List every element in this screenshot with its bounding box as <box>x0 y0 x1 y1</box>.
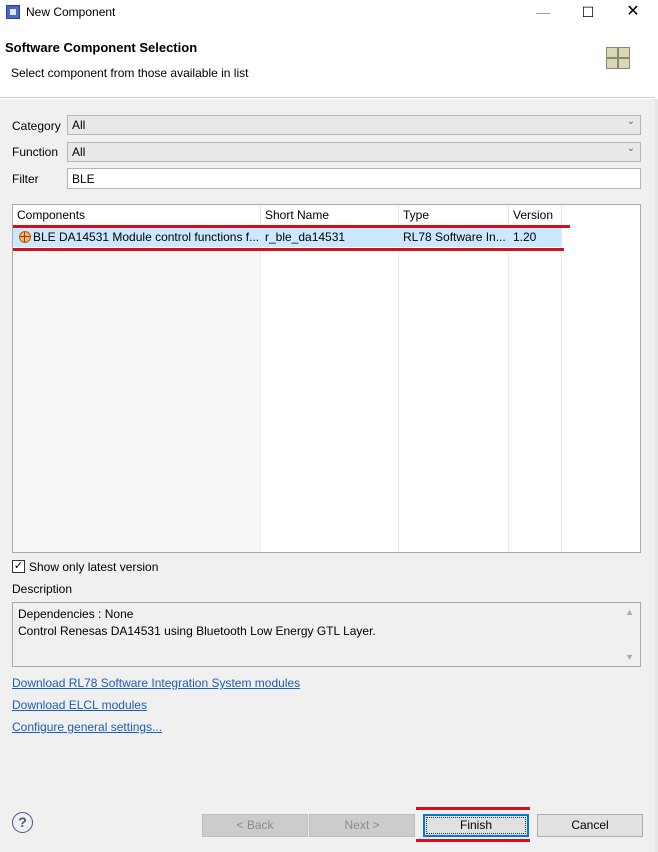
chevron-down-icon: ⌄ <box>626 143 635 154</box>
highlight-underline <box>13 225 570 228</box>
category-select[interactable]: All ⌄ <box>67 115 641 135</box>
header-title: Software Component Selection <box>5 40 198 55</box>
highlight-underline <box>416 839 530 842</box>
table-row[interactable]: BLE DA14531 Module control functions f..… <box>13 227 562 247</box>
wizard-header: Software Component Selection Select comp… <box>0 26 655 98</box>
next-button[interactable]: Next > <box>309 814 415 837</box>
description-line: Control Renesas DA14531 using Bluetooth … <box>18 624 376 638</box>
header-subtitle: Select component from those available in… <box>11 66 249 80</box>
column-shade <box>13 205 261 552</box>
help-icon[interactable]: ? <box>12 812 33 833</box>
column-shade <box>399 205 509 552</box>
description-label: Description <box>12 582 73 596</box>
column-shade <box>261 205 399 552</box>
show-latest-checkbox[interactable]: ✓ <box>12 560 25 573</box>
description-line: Dependencies : None <box>18 607 134 621</box>
column-header-short-name[interactable]: Short Name <box>261 205 399 226</box>
back-button[interactable]: < Back <box>202 814 308 837</box>
function-label: Function <box>12 145 59 159</box>
configure-settings-link[interactable]: Configure general settings... <box>12 720 162 734</box>
description-box: Dependencies : None Control Renesas DA14… <box>12 602 641 667</box>
function-value: All <box>72 145 86 159</box>
table-header: Components ^ Short Name Type Version <box>13 204 640 226</box>
minimize-button[interactable]: — <box>520 0 566 26</box>
filter-input[interactable]: BLE <box>67 168 641 189</box>
download-rl78-link[interactable]: Download RL78 Software Integration Syste… <box>12 676 300 690</box>
column-header-version[interactable]: Version <box>509 205 562 226</box>
maximize-button[interactable]: ☐ <box>565 0 611 26</box>
filter-label: Filter <box>12 172 39 186</box>
wizard-body: Category All ⌄ Function All ⌄ Filter BLE… <box>0 99 655 852</box>
chevron-down-icon: ⌄ <box>626 116 635 127</box>
function-select[interactable]: All ⌄ <box>67 142 641 162</box>
category-value: All <box>72 118 86 132</box>
scroll-down-icon[interactable]: ▼ <box>625 652 634 662</box>
highlight-underline <box>416 807 530 810</box>
download-elcl-link[interactable]: Download ELCL modules <box>12 698 147 712</box>
column-shade <box>509 205 562 552</box>
cancel-button[interactable]: Cancel <box>537 814 643 837</box>
cell-version: 1.20 <box>513 230 537 244</box>
finish-button[interactable]: Finish <box>423 814 529 837</box>
highlight-underline <box>13 248 564 251</box>
column-header-type[interactable]: Type <box>399 205 509 226</box>
cell-short-name: r_ble_da14531 <box>265 230 346 244</box>
app-icon <box>6 5 20 19</box>
cell-type: RL78 Software In... <box>403 230 506 244</box>
category-label: Category <box>12 119 61 133</box>
title-bar: New Component — ☐ ✕ <box>0 0 658 26</box>
cell-component: BLE DA14531 Module control functions f..… <box>33 230 260 244</box>
scroll-up-icon[interactable]: ▲ <box>625 607 634 617</box>
components-table: Components ^ Short Name Type Version BLE… <box>12 204 641 553</box>
close-button[interactable]: ✕ <box>610 0 656 26</box>
sort-ascending-icon: ^ <box>134 204 139 210</box>
show-latest-label: Show only latest version <box>29 560 159 574</box>
component-grid-icon <box>606 47 630 69</box>
window-title: New Component <box>26 5 116 19</box>
